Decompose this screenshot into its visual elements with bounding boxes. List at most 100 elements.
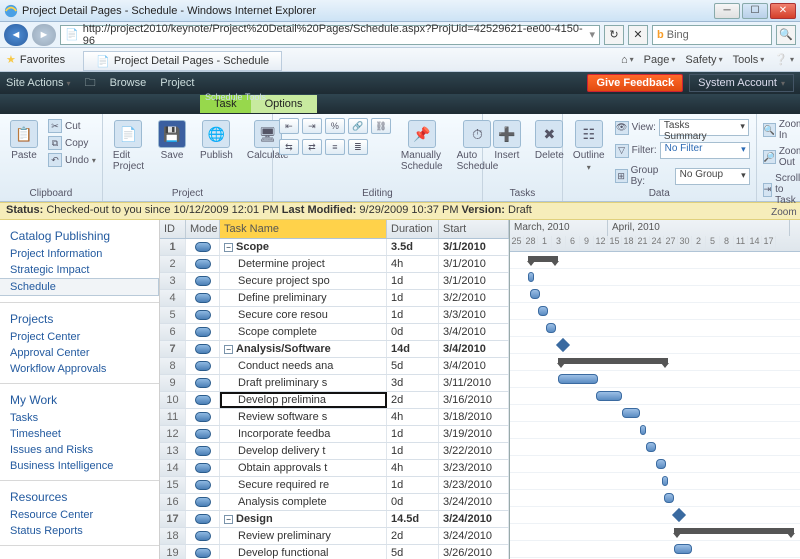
ql-item[interactable]: Tasks [0,410,159,426]
gantt-bar[interactable] [622,408,640,418]
table-row[interactable]: 2Determine project4h3/1/2010 [160,256,509,273]
table-row[interactable]: 9Draft preliminary s3d3/11/2010 [160,375,509,392]
cell-name[interactable]: Define preliminary [220,290,387,306]
summary-bar[interactable] [558,358,668,364]
table-row[interactable]: 17−Design14.5d3/24/2010 [160,511,509,528]
cell-duration[interactable]: 2d [387,528,439,544]
forward-button[interactable]: ► [32,24,56,46]
cell-start[interactable]: 3/18/2010 [439,409,509,425]
cell-start[interactable]: 3/22/2010 [439,443,509,459]
table-row[interactable]: 19Develop functional5d3/26/2010 [160,545,509,559]
table-row[interactable]: 15Secure required re1d3/23/2010 [160,477,509,494]
cell-duration[interactable]: 4h [387,256,439,272]
table-row[interactable]: 8Conduct needs ana5d3/4/2010 [160,358,509,375]
cell-duration[interactable]: 1d [387,426,439,442]
col-id[interactable]: ID [160,220,186,238]
table-row[interactable]: 5Secure core resou1d3/3/2010 [160,307,509,324]
home-button[interactable]: ⌂▾ [621,53,634,66]
paste-button[interactable]: 📋Paste [6,118,42,163]
stop-button[interactable]: ✕ [628,25,648,45]
cell-name[interactable]: −Design [220,511,387,527]
cell-duration[interactable]: 1d [387,443,439,459]
cell-start[interactable]: 3/11/2010 [439,375,509,391]
maximize-button[interactable]: ☐ [742,3,768,19]
cell-start[interactable]: 3/1/2010 [439,273,509,289]
ql-item[interactable]: Approval Center [0,345,159,361]
cell-start[interactable]: 3/16/2010 [439,392,509,408]
cell-start[interactable]: 3/4/2010 [439,324,509,340]
cell-start[interactable]: 3/2/2010 [439,290,509,306]
ql-item[interactable]: Strategic Impact [0,262,159,278]
ql-heading[interactable]: Catalog Publishing [0,226,159,246]
cell-start[interactable]: 3/24/2010 [439,494,509,510]
cell-name[interactable]: Secure required re [220,477,387,493]
project-tab[interactable]: Project [160,77,194,89]
cell-name[interactable]: Develop delivery t [220,443,387,459]
cell-duration[interactable]: 1d [387,290,439,306]
cell-name[interactable]: Secure project spo [220,273,387,289]
site-actions-menu[interactable]: Site Actions ▾ [6,77,71,89]
cell-name[interactable]: Review software s [220,409,387,425]
cell-start[interactable]: 3/1/2010 [439,256,509,272]
navigate-up-icon[interactable]: 🗀 [85,74,96,93]
gantt-bar[interactable] [664,493,674,503]
page-tab[interactable]: 📄 Project Detail Pages - Schedule [83,51,282,71]
cell-name[interactable]: Determine project [220,256,387,272]
cell-name[interactable]: −Analysis/Software [220,341,387,357]
close-button[interactable]: ✕ [770,3,796,19]
cell-duration[interactable]: 1d [387,477,439,493]
gantt-bar[interactable] [538,306,548,316]
save-button[interactable]: 💾Save [154,118,190,163]
cell-name[interactable]: Conduct needs ana [220,358,387,374]
col-task-name[interactable]: Task Name [220,220,387,238]
ql-item[interactable]: Workflow Approvals [0,361,159,377]
give-feedback-button[interactable]: Give Feedback [587,74,683,92]
ql-item[interactable]: Timesheet [0,426,159,442]
table-row[interactable]: 1−Scope3.5d3/1/2010 [160,239,509,256]
cell-start[interactable]: 3/26/2010 [439,545,509,559]
back-button[interactable]: ◄ [4,24,28,46]
view-dropdown[interactable]: Tasks Summary [659,119,749,136]
cell-start[interactable]: 3/19/2010 [439,426,509,442]
minimize-button[interactable]: ─ [714,3,740,19]
refresh-button[interactable]: ↻ [604,25,624,45]
collapse-icon[interactable]: − [224,515,233,524]
collapse-icon[interactable]: − [224,345,233,354]
ql-item[interactable]: Resource Center [0,507,159,523]
account-menu[interactable]: System Account▾ [689,74,794,92]
browse-tab[interactable]: Browse [110,77,147,89]
table-row[interactable]: 10Develop prelimina2d3/16/2010 [160,392,509,409]
indent-outdent-buttons[interactable]: ⇤⇥%🔗⛓ [279,118,391,134]
cell-start[interactable]: 3/24/2010 [439,528,509,544]
table-row[interactable]: 6Scope complete0d3/4/2010 [160,324,509,341]
gantt-bar[interactable] [528,272,534,282]
table-row[interactable]: 13Develop delivery t1d3/22/2010 [160,443,509,460]
gantt-bar[interactable] [558,374,598,384]
col-duration[interactable]: Duration [387,220,439,238]
cell-start[interactable]: 3/1/2010 [439,239,509,255]
table-row[interactable]: 12Incorporate feedba1d3/19/2010 [160,426,509,443]
ql-heading[interactable]: Resources [0,487,159,507]
gantt-bar[interactable] [530,289,540,299]
cell-duration[interactable]: 3.5d [387,239,439,255]
copy-button[interactable]: ⧉Copy [48,135,96,151]
search-go-button[interactable]: 🔍 [776,25,796,45]
filter-dropdown[interactable]: No Filter [660,142,750,159]
publish-button[interactable]: 🌐Publish [196,118,237,163]
ql-item[interactable]: Status Reports [0,523,159,539]
ql-item[interactable]: Project Center [0,329,159,345]
cell-name[interactable]: Review preliminary [220,528,387,544]
cell-name[interactable]: Analysis complete [220,494,387,510]
zoom-out-button[interactable]: 🔎Zoom Out [763,145,800,169]
cell-name[interactable]: Draft preliminary s [220,375,387,391]
cell-name[interactable]: Secure core resou [220,307,387,323]
cell-duration[interactable]: 14.5d [387,511,439,527]
url-dropdown-icon[interactable]: ▾ [589,28,595,41]
cell-start[interactable]: 3/23/2010 [439,460,509,476]
tools-menu[interactable]: Tools▾ [733,53,765,66]
table-row[interactable]: 11Review software s4h3/18/2010 [160,409,509,426]
cell-duration[interactable]: 5d [387,545,439,559]
ql-heading[interactable]: My Work [0,390,159,410]
favorites-star-icon[interactable]: ★ [6,53,16,66]
outline-button[interactable]: ☷Outline▾ [569,118,609,174]
